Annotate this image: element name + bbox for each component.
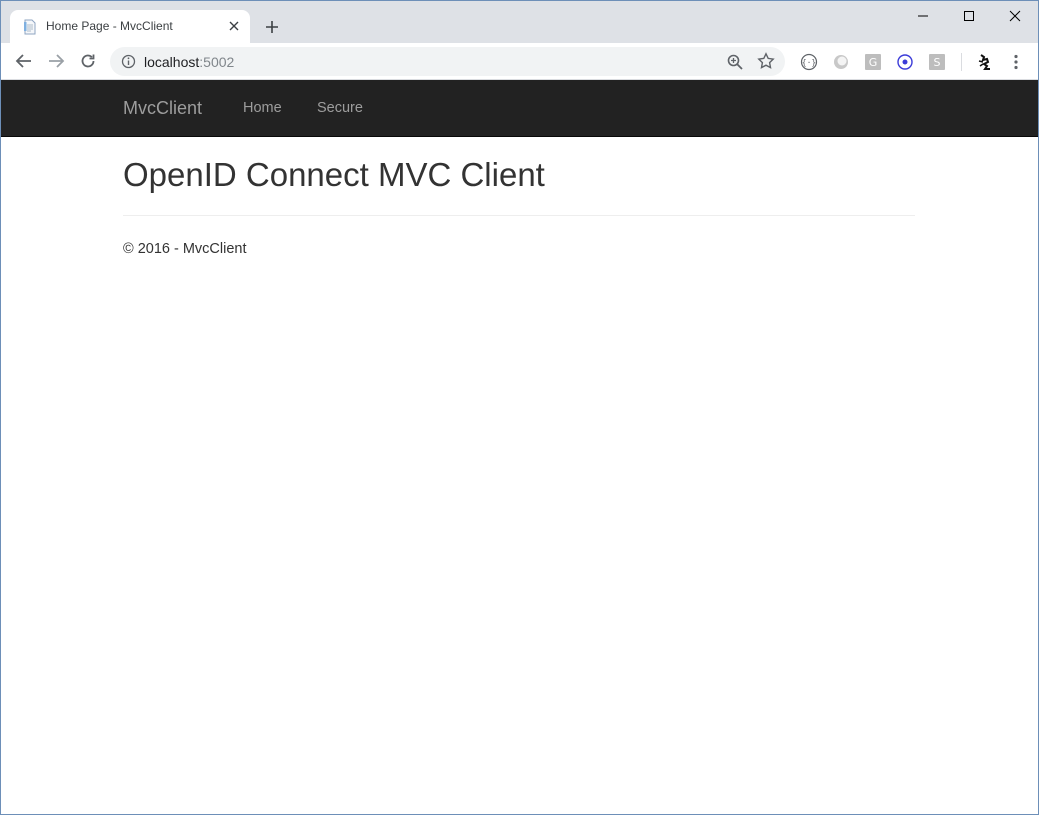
svg-text:G: G (869, 56, 878, 69)
back-icon[interactable] (12, 49, 36, 73)
forward-icon[interactable] (44, 49, 68, 73)
extension-g-icon[interactable]: G (864, 53, 882, 71)
extension-circle-icon[interactable] (832, 53, 850, 71)
browser-tab[interactable]: Home Page - MvcClient (10, 10, 250, 43)
browser-toolbar: localhost:5002 {·} G S (1, 43, 1038, 80)
content-divider (123, 215, 915, 216)
new-tab-button[interactable] (262, 17, 282, 37)
extension-code-icon[interactable]: {·} (800, 53, 818, 71)
url-port: :5002 (199, 54, 235, 70)
profile-icon[interactable] (975, 52, 995, 72)
address-bar[interactable]: localhost:5002 (110, 47, 785, 76)
extension-s-icon[interactable]: S (928, 53, 946, 71)
reload-icon[interactable] (76, 49, 100, 73)
toolbar-separator (961, 53, 962, 71)
tab-close-icon[interactable] (226, 18, 242, 34)
nav-link-home[interactable]: Home (243, 100, 282, 116)
nav-link-secure[interactable]: Secure (317, 100, 363, 116)
svg-text:{·}: {·} (802, 58, 816, 67)
star-icon[interactable] (757, 52, 775, 70)
url-host: localhost (144, 54, 200, 70)
site-navbar: MvcClient Home Secure (1, 80, 1038, 137)
footer-copyright: © 2016 - MvcClient (123, 241, 247, 257)
browser-window: Home Page - MvcClient localhost:5002 {·}… (0, 0, 1039, 815)
extension-target-icon[interactable] (896, 53, 914, 71)
menu-icon[interactable] (1007, 53, 1025, 71)
maximize-icon[interactable] (946, 1, 992, 31)
minimize-icon[interactable] (900, 1, 946, 31)
page-title: OpenID Connect MVC Client (123, 156, 545, 193)
svg-text:S: S (934, 56, 941, 69)
window-close-icon[interactable] (992, 1, 1038, 31)
page-icon (24, 19, 36, 35)
tab-title: Home Page - MvcClient (46, 19, 173, 33)
zoom-icon[interactable] (726, 53, 744, 71)
navbar-brand[interactable]: MvcClient (123, 98, 202, 119)
info-icon[interactable] (121, 54, 136, 69)
url-text[interactable]: localhost:5002 (144, 54, 234, 70)
tab-strip: Home Page - MvcClient (1, 1, 1038, 43)
